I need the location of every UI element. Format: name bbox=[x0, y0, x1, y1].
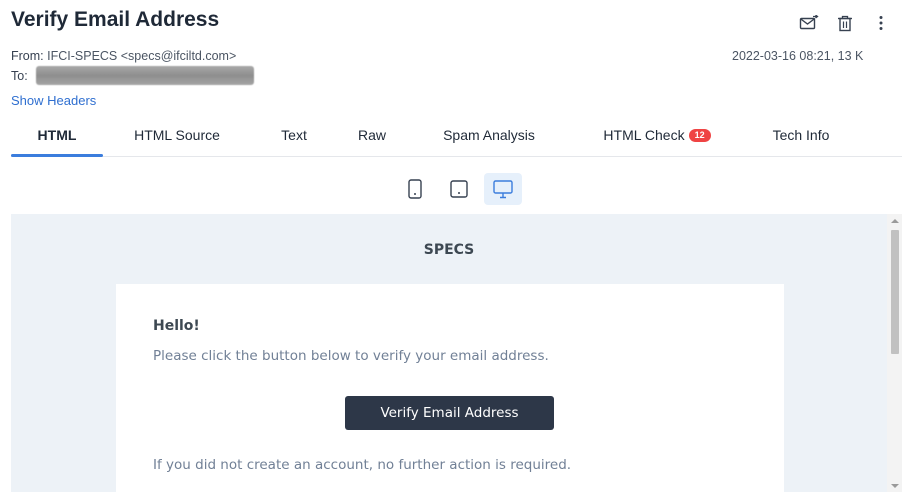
to-line: To: bbox=[11, 66, 254, 85]
message-viewer: Verify Email Address From: IFCI-SPECS <s… bbox=[0, 0, 902, 492]
tab-html-check[interactable]: HTML Check 12 bbox=[582, 117, 732, 156]
show-headers-link[interactable]: Show Headers bbox=[11, 93, 96, 108]
html-check-count-badge: 12 bbox=[688, 129, 711, 142]
scroll-up-arrow-icon[interactable] bbox=[891, 219, 899, 223]
tab-tech-info[interactable]: Tech Info bbox=[759, 117, 843, 156]
tab-tech-info-label: Tech Info bbox=[772, 127, 830, 143]
tablet-view-button[interactable] bbox=[440, 173, 478, 205]
email-greeting: Hello! bbox=[153, 318, 200, 334]
tab-html-label: HTML bbox=[37, 127, 77, 143]
from-address: IFCI-SPECS <specs@ifciltd.com> bbox=[47, 49, 237, 63]
email-paragraph-2: If you did not create an account, no fur… bbox=[153, 457, 572, 473]
forward-button[interactable] bbox=[798, 12, 820, 34]
message-actions bbox=[784, 12, 892, 34]
mobile-view-button[interactable] bbox=[396, 173, 434, 205]
more-options-button[interactable] bbox=[870, 12, 892, 34]
desktop-icon bbox=[493, 179, 513, 198]
redacted-recipient bbox=[35, 66, 254, 85]
tab-html-check-label: HTML Check bbox=[603, 127, 685, 143]
tab-raw[interactable]: Raw bbox=[348, 117, 396, 156]
tab-text-label: Text bbox=[281, 127, 307, 143]
tab-raw-label: Raw bbox=[357, 127, 386, 143]
trash-icon bbox=[838, 15, 852, 31]
tab-html-source[interactable]: HTML Source bbox=[125, 117, 229, 156]
more-options-icon bbox=[879, 16, 883, 30]
delete-button[interactable] bbox=[834, 12, 856, 34]
email-brand-header: SPECS bbox=[423, 242, 475, 258]
device-view-toggle bbox=[396, 173, 528, 205]
email-preview-frame: SPECS Hello! Please click the button bel… bbox=[11, 214, 887, 492]
scroll-down-arrow-icon[interactable] bbox=[891, 484, 899, 488]
tab-text[interactable]: Text bbox=[269, 117, 319, 156]
from-label: From: bbox=[11, 49, 44, 63]
verify-email-button[interactable]: Verify Email Address bbox=[345, 396, 554, 430]
preview-scrollbar[interactable] bbox=[887, 214, 902, 492]
tab-spam-analysis-label: Spam Analysis bbox=[443, 127, 535, 143]
message-subject: Verify Email Address bbox=[11, 8, 220, 31]
mobile-icon bbox=[408, 179, 422, 199]
tablet-icon bbox=[450, 180, 468, 198]
desktop-view-button[interactable] bbox=[484, 173, 522, 205]
from-line: From: IFCI-SPECS <specs@ifciltd.com> bbox=[11, 49, 236, 63]
tab-html-source-label: HTML Source bbox=[134, 127, 220, 143]
forward-icon bbox=[799, 15, 819, 30]
to-label: To: bbox=[11, 68, 28, 83]
tab-html[interactable]: HTML bbox=[11, 117, 103, 157]
scroll-thumb[interactable] bbox=[891, 230, 899, 354]
email-content-card: Hello! Please click the button below to … bbox=[116, 284, 784, 492]
tab-spam-analysis[interactable]: Spam Analysis bbox=[425, 117, 553, 156]
date-size: 2022-03-16 08:21, 13 K bbox=[732, 49, 864, 63]
email-paragraph-1: Please click the button below to verify … bbox=[153, 348, 549, 364]
view-tabs: HTML HTML Source Text Raw Spam Analysis … bbox=[11, 117, 902, 157]
